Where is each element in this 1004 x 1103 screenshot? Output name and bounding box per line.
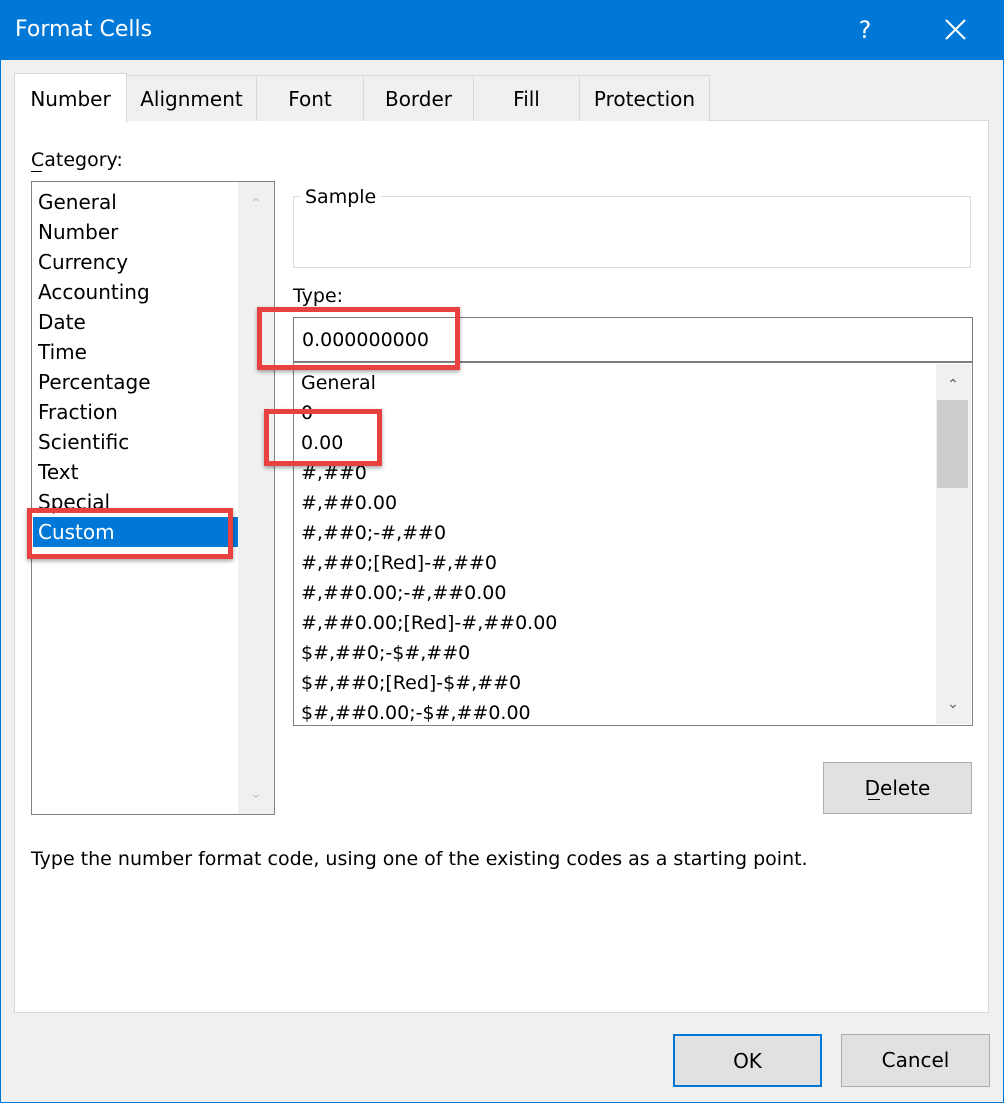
format-scroll-up-icon[interactable]: ⌃ (936, 375, 970, 395)
tab-fill[interactable]: Fill (473, 75, 580, 121)
format-scrollbar-thumb[interactable] (937, 400, 968, 488)
format-item[interactable]: General (301, 368, 376, 398)
category-item-number[interactable]: Number (38, 217, 118, 247)
category-item-time[interactable]: Time (38, 337, 87, 367)
category-item-accounting[interactable]: Accounting (38, 277, 150, 307)
tab-font[interactable]: Font (256, 75, 364, 121)
ok-button[interactable]: OK (673, 1034, 822, 1087)
dialog-title: Format Cells (15, 17, 153, 42)
highlight-category-custom (27, 508, 233, 559)
category-item-general[interactable]: General (38, 187, 117, 217)
category-item-fraction[interactable]: Fraction (38, 397, 118, 427)
help-button[interactable]: ? (845, 10, 885, 50)
category-scroll-down-icon[interactable]: ⌄ (239, 784, 273, 804)
type-label: Type: (293, 285, 344, 307)
delete-button[interactable]: Delete (823, 762, 972, 814)
category-item-date[interactable]: Date (38, 307, 86, 337)
tab-alignment[interactable]: Alignment (126, 75, 257, 121)
category-item-scientific[interactable]: Scientific (38, 427, 129, 457)
category-item-text[interactable]: Text (38, 457, 78, 487)
category-scroll-up-icon[interactable]: ⌃ (239, 194, 273, 214)
tab-number[interactable]: Number (14, 73, 127, 123)
format-item[interactable]: #,##0;[Red]-#,##0 (301, 548, 497, 578)
delete-mnemonic-underline (868, 799, 880, 800)
format-item[interactable]: $#,##0;-$#,##0 (301, 638, 470, 668)
close-icon (945, 19, 966, 40)
format-item[interactable]: #,##0.00;-#,##0.00 (301, 578, 506, 608)
format-item[interactable]: $#,##0;[Red]-$#,##0 (301, 668, 521, 698)
hint-text: Type the number format code, using one o… (31, 848, 808, 870)
sample-group (293, 196, 971, 268)
close-button[interactable] (930, 10, 980, 50)
sample-label: Sample (300, 185, 382, 209)
format-item[interactable]: #,##0.00;[Red]-#,##0.00 (301, 608, 557, 638)
tab-border[interactable]: Border (363, 75, 474, 121)
category-item-percentage[interactable]: Percentage (38, 367, 151, 397)
tab-protection[interactable]: Protection (579, 75, 710, 121)
cancel-button[interactable]: Cancel (841, 1034, 990, 1087)
highlight-type-input (257, 307, 460, 370)
category-scrollbar[interactable] (238, 182, 274, 814)
highlight-format-0-00 (264, 409, 382, 466)
category-mnemonic-underline (31, 171, 42, 172)
format-item[interactable]: #,##0.00 (301, 488, 397, 518)
format-item[interactable]: #,##0;-#,##0 (301, 518, 446, 548)
category-label: Category: (31, 149, 123, 171)
format-scroll-down-icon[interactable]: ⌄ (936, 694, 970, 714)
category-item-currency[interactable]: Currency (38, 247, 128, 277)
format-item[interactable]: $#,##0.00;-$#,##0.00 (301, 698, 531, 728)
